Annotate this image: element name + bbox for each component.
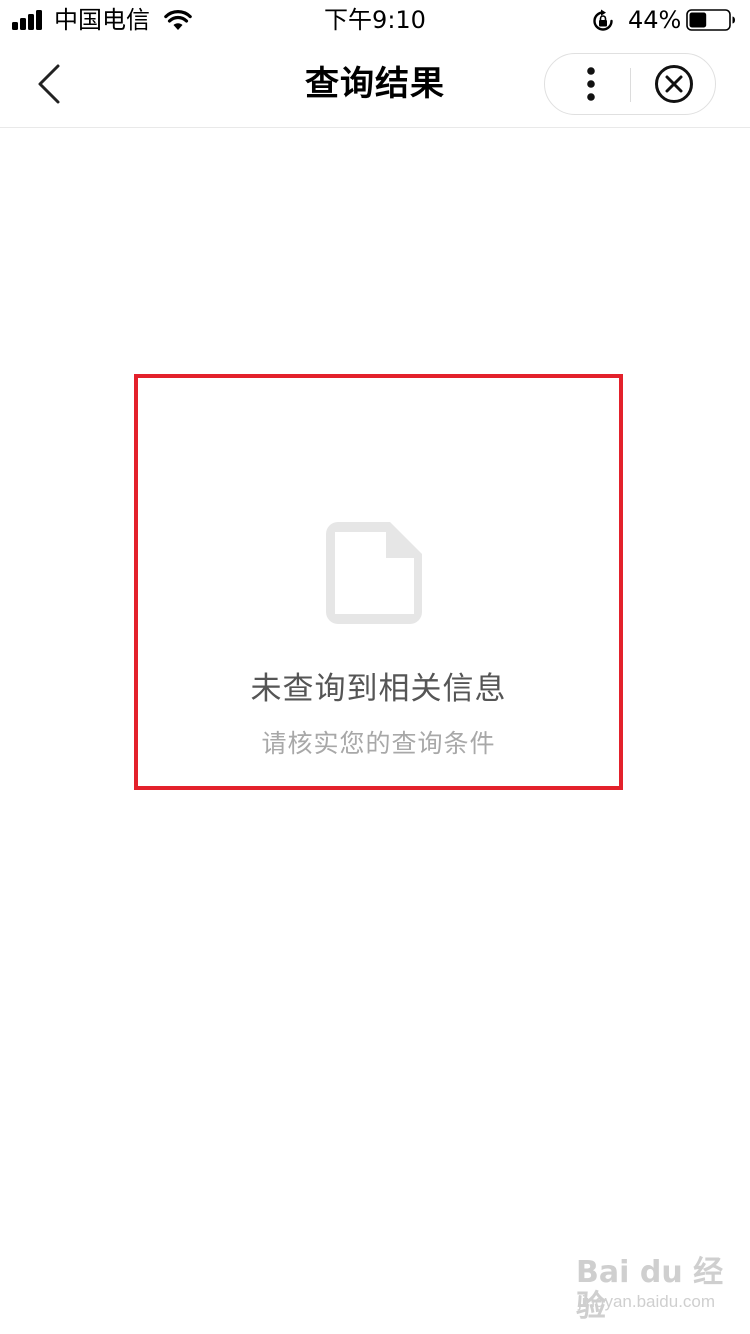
battery-percent: 44% [628, 6, 682, 34]
empty-state-subtitle: 请核实您的查询条件 [261, 729, 496, 758]
baidu-jingyan-watermark: Bai du 经验 jingyan.baidu.com [570, 1250, 730, 1324]
close-circle-icon [655, 65, 693, 103]
more-button[interactable] [545, 54, 631, 114]
empty-state-title: 未查询到相关信息 [250, 671, 507, 707]
page: 中国电信 下午9:10 44% 查询结果 未查询到相关信息 请核实您的查询条件 … [0, 0, 750, 1334]
watermark-brand: Bai du 经验 [576, 1255, 724, 1324]
document-icon [326, 522, 422, 624]
battery-icon [686, 9, 735, 31]
watermark-url: jingyan.baidu.com [578, 1292, 716, 1311]
status-bar: 中国电信 下午9:10 44% [0, 0, 750, 40]
close-button[interactable] [631, 54, 715, 114]
rotation-lock-icon [593, 9, 613, 31]
mini-program-capsule [544, 53, 716, 115]
navigation-bar: 查询结果 [0, 40, 750, 128]
more-vertical-icon [587, 67, 595, 101]
